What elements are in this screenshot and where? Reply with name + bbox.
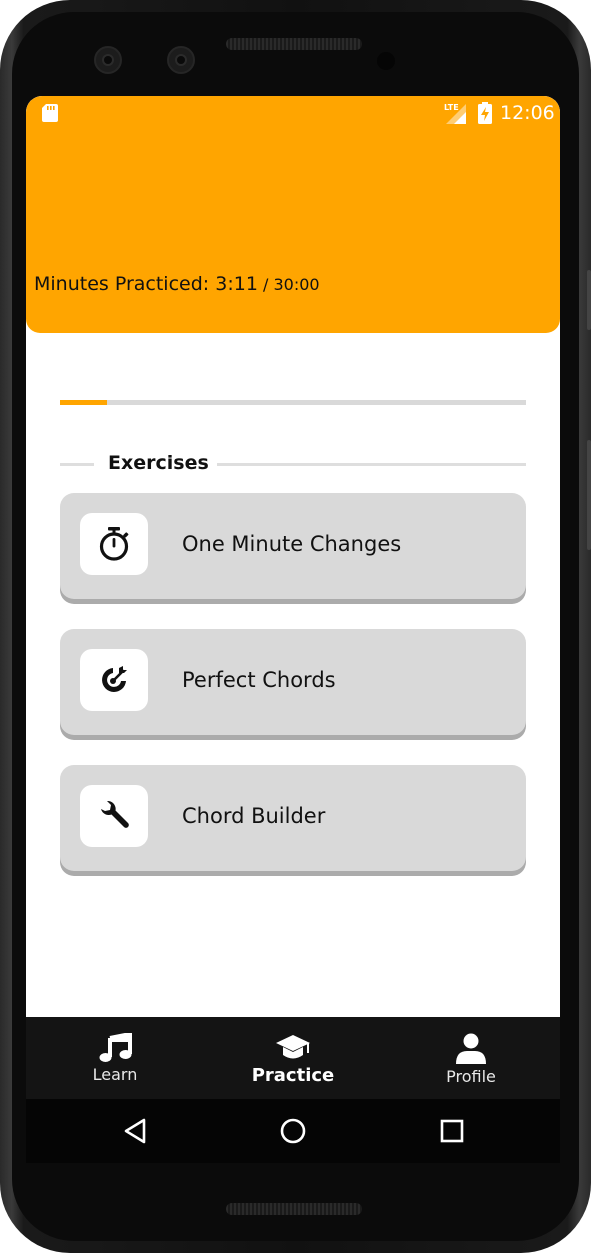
home-icon[interactable] [279, 1117, 307, 1145]
practice-progress-fill [60, 400, 107, 405]
wrench-icon [101, 800, 129, 828]
nav-item-practice[interactable]: Practice [238, 1017, 348, 1099]
proximity-sensor [377, 52, 395, 70]
exercise-card-perfect-chords[interactable]: Perfect Chords [60, 629, 526, 735]
section-divider-right [217, 463, 526, 466]
sd-card-icon [42, 104, 58, 122]
graduation-cap-icon [276, 1035, 310, 1059]
phone-side-button [587, 270, 591, 330]
target-icon [102, 666, 127, 692]
exercises-section-header: Exercises [60, 452, 526, 476]
bottom-speaker [226, 1203, 362, 1215]
exercise-card-chord-builder[interactable]: Chord Builder [60, 765, 526, 871]
exercise-icon-box [80, 649, 148, 711]
stopwatch-icon [99, 527, 129, 561]
system-navigation-bar [26, 1099, 560, 1163]
earpiece-speaker [226, 38, 362, 50]
phone-volume-button [587, 440, 591, 550]
header-banner: LTE 12:06 [26, 96, 560, 333]
nav-label-practice: Practice [251, 1065, 335, 1086]
exercise-label: One Minute Changes [182, 532, 402, 556]
exercise-card-one-minute-changes[interactable]: One Minute Changes [60, 493, 526, 599]
nav-label-learn: Learn [92, 1065, 138, 1084]
front-camera [94, 46, 122, 74]
section-title: Exercises [108, 452, 209, 474]
practice-progress-bar [60, 400, 526, 405]
music-note-icon [99, 1033, 132, 1062]
nav-label-profile: Profile [446, 1067, 496, 1086]
minutes-practiced-separator: / [257, 275, 274, 294]
minutes-practiced-current: 3:11 [215, 273, 258, 295]
bottom-navigation: Learn Practice Profile [26, 1017, 560, 1099]
lte-signal-icon: LTE [444, 103, 466, 124]
front-camera-secondary [167, 46, 195, 74]
user-icon [456, 1033, 486, 1064]
lte-label: LTE [444, 103, 459, 112]
status-bar: LTE 12:06 [26, 96, 560, 130]
battery-charging-icon [478, 102, 492, 124]
exercise-icon-box [80, 513, 148, 575]
minutes-practiced-total: 30:00 [273, 275, 320, 294]
exercise-label: Chord Builder [182, 804, 326, 828]
back-icon[interactable] [122, 1117, 150, 1145]
recents-icon[interactable] [438, 1117, 466, 1145]
status-time: 12:06 [500, 102, 555, 124]
minutes-practiced-label: Minutes Practiced: 3:11 / 30:00 [34, 273, 320, 295]
nav-item-learn[interactable]: Learn [70, 1017, 160, 1099]
minutes-practiced-prefix: Minutes Practiced: [34, 273, 216, 295]
nav-item-profile[interactable]: Profile [426, 1017, 516, 1099]
exercise-icon-box [80, 785, 148, 847]
section-divider-left [60, 463, 94, 466]
exercise-label: Perfect Chords [182, 668, 336, 692]
